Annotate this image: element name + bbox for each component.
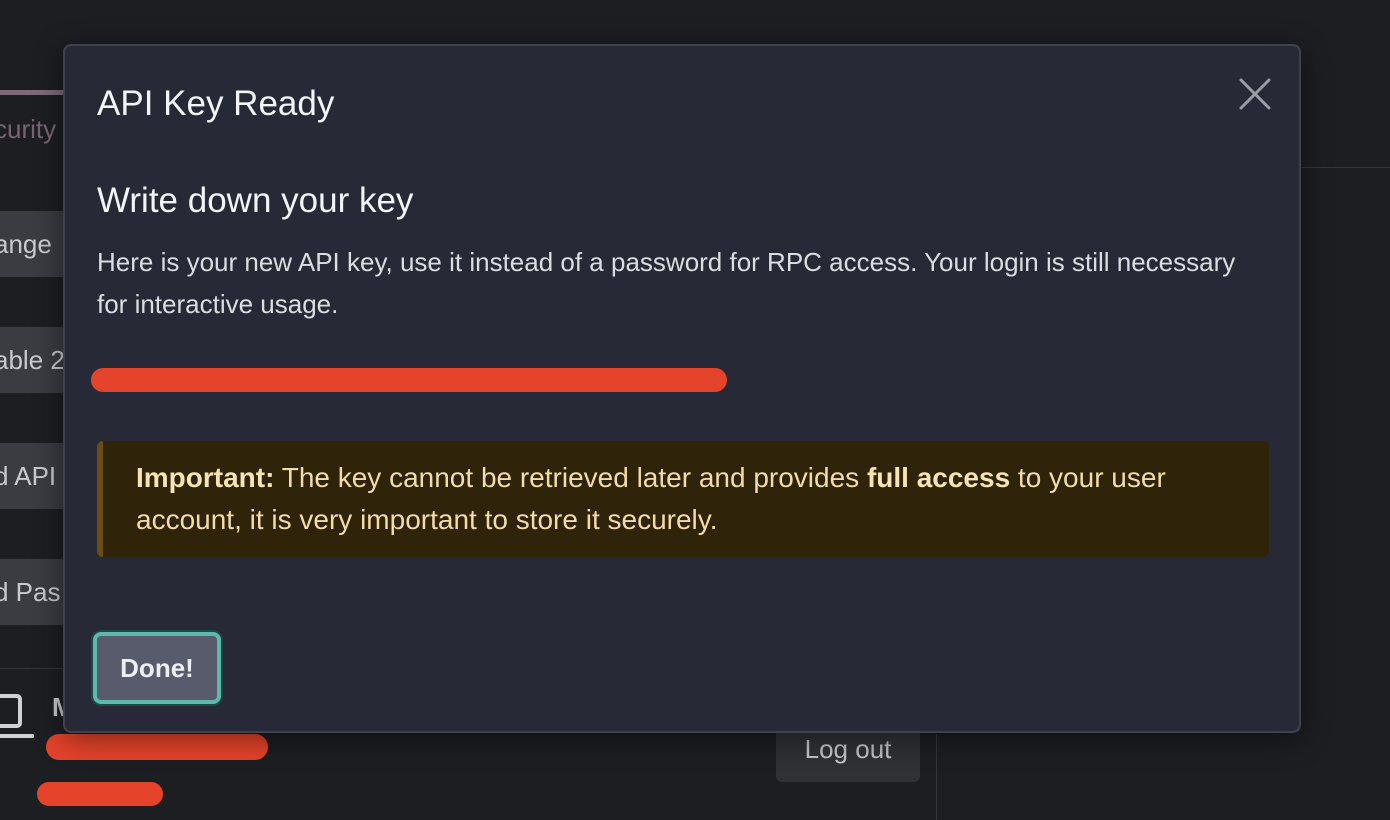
redaction-mark	[46, 734, 268, 760]
divider	[1300, 167, 1390, 168]
app-screen: curity ange able 2 d API d Pas M Log out…	[0, 0, 1390, 820]
api-key-dialog: API Key Ready Write down your key Here i…	[63, 44, 1301, 733]
redaction-mark	[37, 782, 163, 806]
alert-emphasis: full access	[866, 462, 1011, 493]
close-icon	[1239, 78, 1271, 110]
active-tab-indicator	[0, 90, 70, 95]
warning-alert: Important: The key cannot be retrieved l…	[97, 441, 1269, 557]
dialog-title: API Key Ready	[97, 84, 335, 123]
security-tab[interactable]: curity	[0, 114, 56, 145]
dialog-description: Here is your new API key, use it instead…	[97, 247, 1236, 319]
laptop-icon-base	[0, 734, 34, 738]
close-button[interactable]	[1235, 74, 1275, 114]
laptop-icon	[0, 694, 22, 728]
section-title: Write down your key	[97, 181, 414, 220]
alert-label: Important:	[136, 462, 275, 493]
redaction-mark	[91, 368, 727, 392]
divider	[936, 734, 937, 820]
done-button[interactable]: Done!	[93, 632, 221, 704]
alert-text: The key cannot be retrieved later and pr…	[274, 462, 867, 493]
